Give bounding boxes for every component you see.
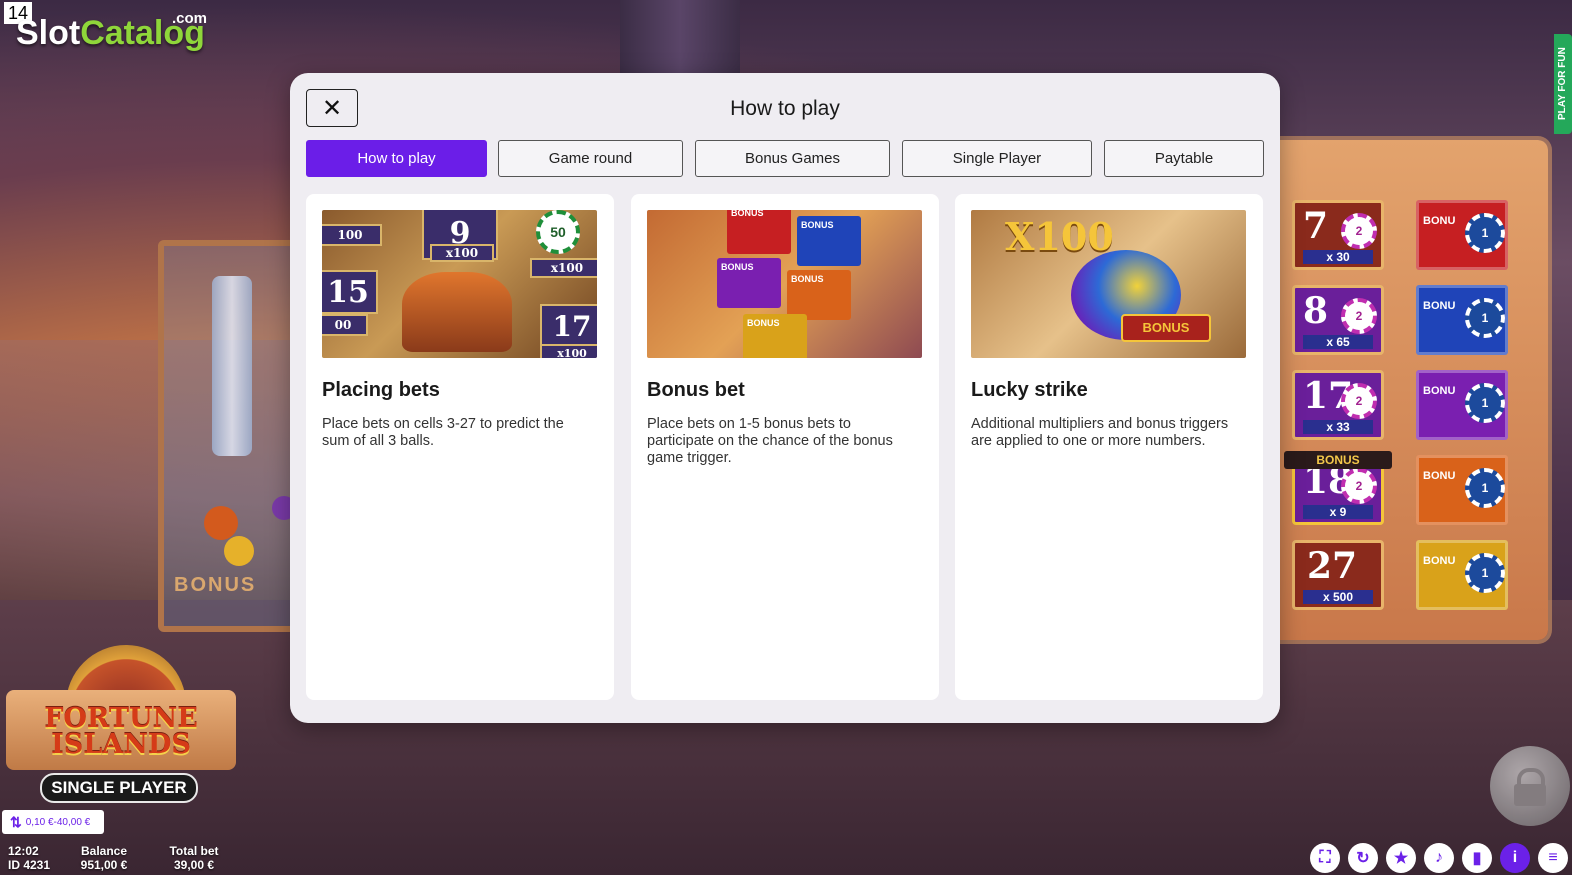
- stats-icon[interactable]: ▮: [1462, 843, 1492, 873]
- bet-chip: 2: [1341, 383, 1377, 419]
- card-heading: Placing bets: [322, 379, 440, 401]
- sound-icon[interactable]: ♪: [1424, 843, 1454, 873]
- bonus-chip: 1: [1465, 383, 1505, 423]
- background-pillar: [620, 0, 740, 75]
- number-cell-8[interactable]: 8 2 x 65: [1292, 285, 1384, 355]
- single-player-badge: SINGLE PLAYER: [40, 773, 198, 803]
- bonus-cell-3[interactable]: BONU 1: [1416, 370, 1508, 440]
- bet-range-arrows-icon: ⇅: [10, 813, 22, 830]
- balance-info: Balance 951,00 €: [78, 844, 130, 872]
- bonus-cell-4[interactable]: BONU 1: [1416, 455, 1508, 525]
- betting-board: 7 2 x 30 8 2 x 65 17 2 x 33 18 2 x 9 BON…: [1268, 140, 1548, 640]
- tab-bonus-games[interactable]: Bonus Games: [695, 140, 890, 177]
- watermark-com: .com: [172, 10, 208, 27]
- number-cell-27[interactable]: 27 x 500: [1292, 540, 1384, 610]
- bonus-chip: 1: [1465, 298, 1505, 338]
- card-placing-bets: 9 x100 50 100 15 00 x100 17 x100 Placing…: [306, 194, 614, 700]
- bet-range-label: 0,10 €-40,00 €: [25, 816, 91, 828]
- lucky-strike-illustration: X100 BONUS: [971, 210, 1246, 358]
- play-for-fun-tab[interactable]: PLAY FOR FUN: [1554, 34, 1572, 134]
- tab-how-to-play[interactable]: How to play: [306, 140, 487, 177]
- card-lucky-strike: X100 BONUS Lucky strike Additional multi…: [955, 194, 1263, 700]
- ball-machine: BONUS: [158, 240, 310, 632]
- balance-label: Balance: [80, 844, 128, 858]
- number-cell-7[interactable]: 7 2 x 30: [1292, 200, 1384, 270]
- game-logo: FORTUNE ISLANDS SINGLE PLAYER: [6, 645, 236, 805]
- tab-game-round[interactable]: Game round: [498, 140, 683, 177]
- autoplay-icon[interactable]: ↻: [1348, 843, 1378, 873]
- number-cell-17[interactable]: 17 2 x 33: [1292, 370, 1384, 440]
- bonus-cell-1[interactable]: BONU 1: [1416, 200, 1508, 270]
- bonus-cell-5[interactable]: BONU 1: [1416, 540, 1508, 610]
- total-bet-label: Total bet: [169, 844, 219, 858]
- ship-illustration: [402, 272, 512, 352]
- favorite-icon[interactable]: ★: [1386, 843, 1416, 873]
- clock: 12:02: [8, 844, 39, 858]
- machine-bonus-label: BONUS: [174, 574, 257, 596]
- bottom-toolbar: ⛶ ↻ ★ ♪ ▮ i ≡: [1310, 843, 1568, 873]
- bonus-bet-illustration: BONUS BONUS BONUS BONUS BONUS: [647, 210, 922, 358]
- card-heading: Bonus bet: [647, 379, 745, 401]
- total-bet-value: 39,00 €: [173, 858, 215, 872]
- bonus-chip: 1: [1465, 213, 1505, 253]
- total-bet-info: Total bet 39,00 €: [166, 844, 222, 872]
- info-icon[interactable]: i: [1500, 843, 1530, 873]
- session-id: ID 4231: [8, 858, 51, 872]
- session-info: 12:02 ID 4231: [8, 844, 50, 872]
- ball-tube: [212, 276, 252, 456]
- bet-chip: 2: [1341, 298, 1377, 334]
- card-description: Place bets on cells 3-27 to predict the …: [322, 416, 564, 449]
- bonus-ribbon: BONUS: [1284, 451, 1392, 469]
- lock-button[interactable]: [1490, 746, 1570, 826]
- tab-paytable[interactable]: Paytable: [1104, 140, 1264, 177]
- menu-icon[interactable]: ≡: [1538, 843, 1568, 873]
- logo-line-2: ISLANDS: [51, 729, 191, 760]
- how-to-play-modal: ✕ How to play How to play Game round Bon…: [290, 73, 1280, 723]
- balance-value: 951,00 €: [80, 858, 128, 872]
- tab-single-player[interactable]: Single Player: [902, 140, 1092, 177]
- card-bonus-bet: BONUS BONUS BONUS BONUS BONUS Bonus bet …: [631, 194, 939, 700]
- fullscreen-icon[interactable]: ⛶: [1310, 843, 1340, 873]
- bet-chip: 2: [1341, 468, 1377, 504]
- placing-bets-illustration: 9 x100 50 100 15 00 x100 17 x100: [322, 210, 597, 358]
- bonus-chip: 1: [1465, 553, 1505, 593]
- ball: [224, 536, 254, 566]
- modal-title: How to play: [730, 97, 840, 120]
- ball: [204, 506, 238, 540]
- bonus-cell-2[interactable]: BONU 1: [1416, 285, 1508, 355]
- card-description: Place bets on 1-5 bonus bets to particip…: [647, 416, 893, 466]
- bet-range-button[interactable]: ⇅ 0,10 €-40,00 €: [2, 810, 104, 834]
- bet-chip: 2: [1341, 213, 1377, 249]
- bonus-chip: 1: [1465, 468, 1505, 508]
- card-description: Additional multipliers and bonus trigger…: [971, 416, 1229, 449]
- card-heading: Lucky strike: [971, 379, 1088, 401]
